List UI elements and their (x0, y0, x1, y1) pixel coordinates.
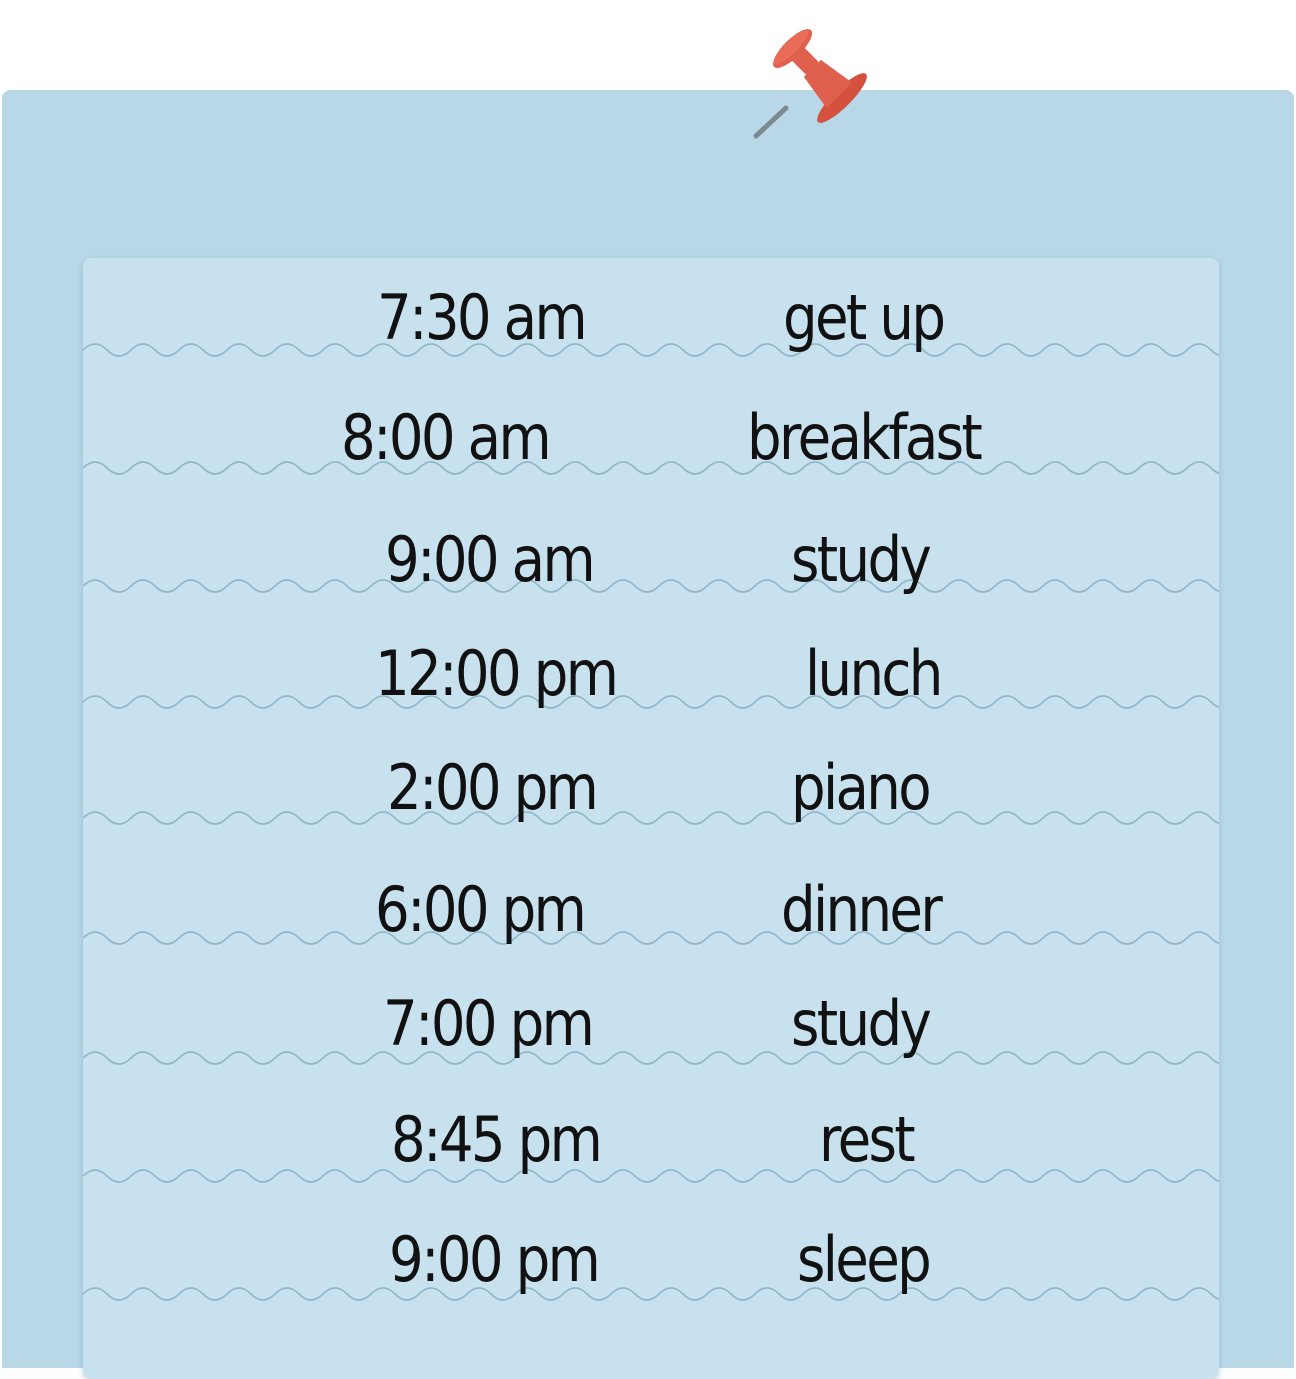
schedule-time: 12:00 pm (375, 637, 619, 710)
schedule-activity: dinner (781, 873, 943, 946)
schedule-time: 7:30 am (377, 281, 588, 354)
notice-board: 7:30 am get up 8:00 am breakfast 9:00 am… (2, 90, 1294, 1379)
schedule-row: 12:00 pm lunch (83, 634, 1219, 714)
schedule-time: 8:00 am (341, 401, 552, 474)
schedule-time: 8:45 pm (391, 1103, 603, 1176)
schedule-activity: rest (819, 1103, 916, 1176)
schedule-activity: study (791, 987, 932, 1060)
schedule-activity: breakfast (747, 401, 983, 474)
schedule-row: 8:00 am breakfast (83, 398, 1219, 478)
schedule-sheet: 7:30 am get up 8:00 am breakfast 9:00 am… (83, 258, 1219, 1379)
schedule-activity: study (791, 523, 932, 596)
schedule-row: 6:00 pm dinner (83, 870, 1219, 950)
schedule-time: 9:00 am (385, 523, 596, 596)
schedule-time: 6:00 pm (375, 873, 587, 946)
schedule-row: 9:00 pm sleep (83, 1220, 1219, 1300)
schedule-activity: sleep (797, 1223, 932, 1296)
schedule-row: 9:00 am study (83, 520, 1219, 600)
schedule-row: 7:00 pm study (83, 984, 1219, 1064)
schedule-time: 7:00 pm (383, 987, 595, 1060)
schedule-row: 8:45 pm rest (83, 1100, 1219, 1180)
schedule-time: 9:00 pm (389, 1223, 601, 1296)
push-pin-icon (753, 29, 867, 139)
schedule-activity: lunch (805, 637, 943, 710)
schedule-row: 2:00 pm piano (83, 748, 1219, 828)
schedule-row: 7:30 am get up (83, 278, 1219, 358)
schedule-time: 2:00 pm (387, 751, 599, 824)
schedule-activity: piano (791, 751, 932, 824)
schedule-activity: get up (783, 281, 946, 354)
